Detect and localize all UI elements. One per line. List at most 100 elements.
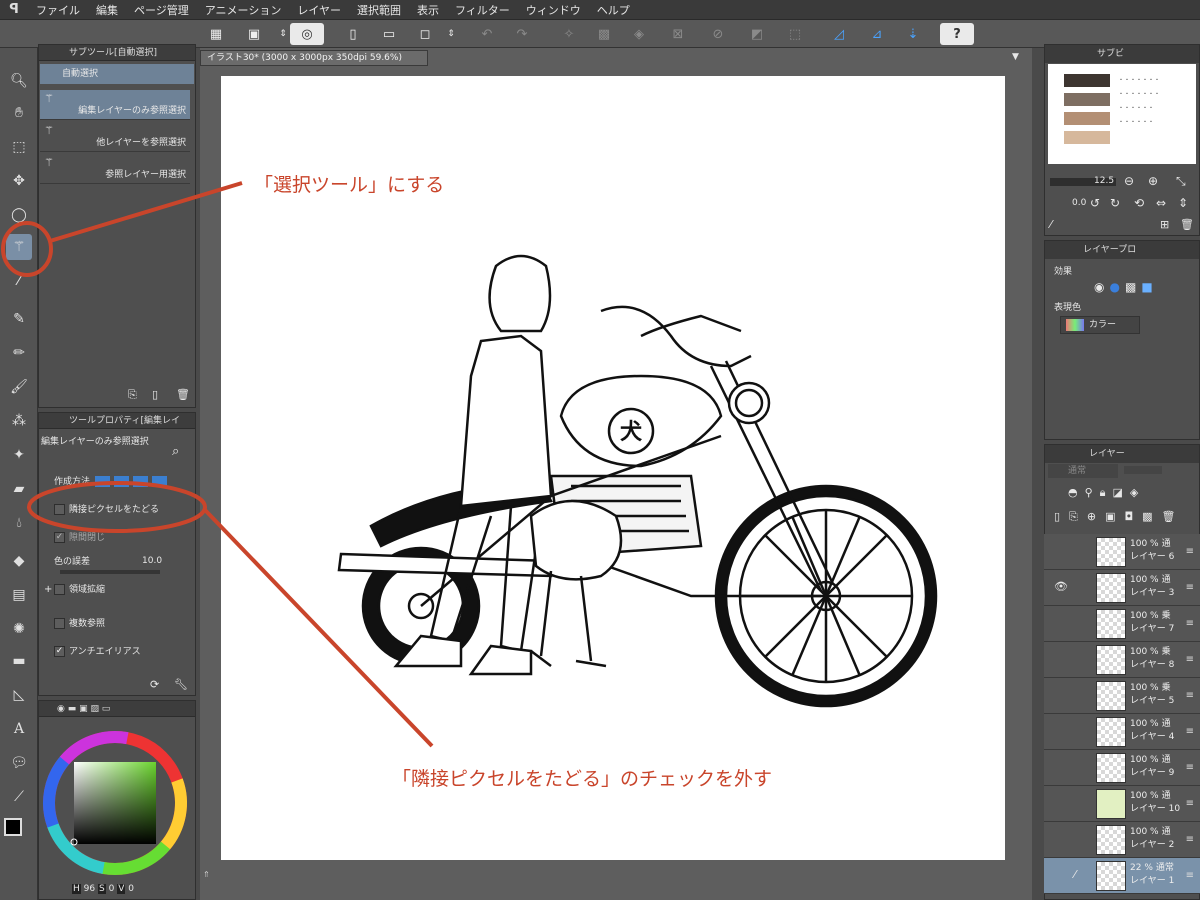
help-icon[interactable]: ?: [940, 23, 974, 45]
zoom-out-icon[interactable]: ⊖: [1124, 174, 1134, 188]
copy-subtool-icon[interactable]: ⎘: [128, 388, 137, 402]
mode-new-selection-icon[interactable]: [94, 476, 110, 487]
layer-menu-icon[interactable]: ≡: [1186, 690, 1194, 701]
layer-row[interactable]: 100 % 乗レイヤー 5 ≡: [1044, 678, 1200, 714]
menu-item[interactable]: ウィンドウ: [518, 2, 589, 18]
undo-icon[interactable]: ↶: [476, 23, 498, 45]
follow-adjacent-row[interactable]: 隣接ピクセルをたどる: [54, 502, 204, 515]
erase-icon[interactable]: ◈: [628, 23, 650, 45]
operation-tool-icon[interactable]: ⬚: [6, 134, 32, 160]
subtool-group-tab[interactable]: 自動選択: [40, 64, 194, 84]
figure-tool-icon[interactable]: ✺: [6, 616, 32, 642]
document-tab[interactable]: イラスト30* (3000 x 3000px 350dpi 59.6%): [200, 50, 428, 66]
new-subtool-icon[interactable]: ▯: [152, 388, 158, 401]
search-icon[interactable]: ⌕: [172, 444, 179, 459]
fill-icon[interactable]: ▩: [593, 23, 615, 45]
delete-image-icon[interactable]: 🗑︎: [1180, 218, 1194, 231]
color-wheel[interactable]: [40, 728, 190, 878]
blend-tool-icon[interactable]: 💧︎: [6, 510, 32, 536]
rotate-reset-icon[interactable]: ⟲: [1134, 196, 1144, 210]
ruler-snap-icon[interactable]: ◿: [828, 23, 850, 45]
subtool-item-reference-layer[interactable]: ⚚ 参照レイヤー用選択: [40, 154, 190, 184]
gap-close-checkbox[interactable]: ✓: [54, 532, 65, 543]
select-all-icon[interactable]: ⬚: [784, 23, 806, 45]
layer-row[interactable]: 👁︎ 100 % 通レイヤー 3 ≡: [1044, 570, 1200, 606]
menu-item[interactable]: ヘルプ: [589, 2, 638, 18]
layer-menu-icon[interactable]: ≡: [1186, 618, 1194, 629]
lasso-tool-icon[interactable]: ◯: [6, 202, 32, 228]
balloon-tool-icon[interactable]: 💬︎: [6, 750, 32, 776]
subtool-item-edit-layer-only[interactable]: ⚚ 編集レイヤーのみ参照選択: [40, 90, 190, 120]
layer-row[interactable]: 100 % 乗レイヤー 7 ≡: [1044, 606, 1200, 642]
layer-menu-icon[interactable]: ≡: [1186, 582, 1194, 593]
menu-item[interactable]: フィルター: [447, 2, 518, 18]
pen-tool-icon[interactable]: ✎: [6, 306, 32, 332]
layer-row[interactable]: 100 % 通レイヤー 10 ≡: [1044, 786, 1200, 822]
mode-intersect-selection-icon[interactable]: [151, 476, 167, 487]
grid-icon[interactable]: ▦: [205, 23, 227, 45]
pencil-tool-icon[interactable]: ✏︎: [6, 340, 32, 366]
layer-row[interactable]: 100 % 通レイヤー 6 ≡: [1044, 534, 1200, 570]
menu-item[interactable]: レイヤー: [289, 2, 349, 18]
deselect-icon[interactable]: ⊘: [707, 23, 729, 45]
effect-icons[interactable]: ◉●▩■: [1094, 280, 1158, 294]
hand-tool-icon[interactable]: ✋︎: [6, 100, 32, 126]
layer-row[interactable]: 100 % 通レイヤー 9 ≡: [1044, 750, 1200, 786]
layer-row[interactable]: 100 % 通レイヤー 2 ≡: [1044, 822, 1200, 858]
navigator-tab[interactable]: サブビ: [1045, 45, 1199, 63]
ruler-tool-icon[interactable]: ◺: [6, 682, 32, 708]
open-file-icon[interactable]: ▭: [378, 23, 400, 45]
delete-subtool-icon[interactable]: 🗑︎: [176, 388, 190, 401]
zoom-in-icon[interactable]: ⊕: [1148, 174, 1158, 188]
flip-horizontal-icon[interactable]: ⇔: [1156, 196, 1166, 210]
layer-row[interactable]: 100 % 通レイヤー 4 ≡: [1044, 714, 1200, 750]
correction-tool-icon[interactable]: ⟋: [6, 784, 32, 810]
layer-menu-icon[interactable]: ≡: [1186, 726, 1194, 737]
screen-icon[interactable]: ▣: [243, 23, 265, 45]
layer-menu-icon[interactable]: ≡: [1186, 762, 1194, 773]
mode-add-selection-icon[interactable]: [113, 476, 129, 487]
layer-row[interactable]: 100 % 乗レイヤー 8 ≡: [1044, 642, 1200, 678]
wrench-icon[interactable]: 🔧︎: [174, 678, 188, 691]
eyedropper-icon[interactable]: ⁄: [1050, 218, 1052, 231]
eyedropper-tool-icon[interactable]: ⁄: [6, 268, 32, 294]
move-layer-tool-icon[interactable]: ✥: [6, 168, 32, 194]
reset-icon[interactable]: ⟳: [150, 678, 159, 691]
multi-reference-row[interactable]: 複数参照: [54, 616, 204, 629]
menu-item[interactable]: アニメーション: [197, 2, 290, 18]
menu-item[interactable]: 選択範囲: [349, 2, 409, 18]
collapse-arrows-icon[interactable]: ⇑: [203, 870, 210, 879]
layer-row[interactable]: ⁄ 22 % 通常 レイヤー 1 ≡: [1044, 858, 1200, 894]
layer-menu-icon[interactable]: ≡: [1186, 834, 1194, 845]
special-ruler-snap-icon[interactable]: ⊿: [866, 23, 888, 45]
opacity-slider[interactable]: [1124, 466, 1162, 474]
color-margin-value[interactable]: 10.0: [142, 556, 162, 566]
layers-tab[interactable]: レイヤー: [1045, 445, 1199, 463]
subtool-item-other-layer[interactable]: ⚚ 他レイヤーを参照選択: [40, 122, 190, 152]
follow-adjacent-checkbox[interactable]: [54, 504, 65, 515]
layer-action-icons[interactable]: ▯⎘⊕▣◘▩🗑︎: [1054, 510, 1185, 524]
layer-menu-icon[interactable]: ≡: [1186, 870, 1194, 881]
main-color-swatch[interactable]: [4, 818, 22, 836]
brush-tool-icon[interactable]: 🖌︎: [6, 374, 32, 400]
decoration-tool-icon[interactable]: ✦: [6, 442, 32, 468]
menu-item[interactable]: ページ管理: [126, 2, 197, 18]
layer-menu-icon[interactable]: ≡: [1186, 654, 1194, 665]
invert-selection-icon[interactable]: ◩: [746, 23, 768, 45]
fit-icon[interactable]: ⤡: [1176, 174, 1186, 189]
area-scaling-checkbox[interactable]: [54, 584, 65, 595]
gap-close-row[interactable]: ✓ 隙間閉じ: [54, 530, 204, 543]
eye-icon[interactable]: 👁︎: [1054, 580, 1068, 593]
area-scaling-row[interactable]: 領域拡縮: [54, 582, 204, 595]
transform-icon[interactable]: ⊠: [667, 23, 689, 45]
new-file-icon[interactable]: ▯: [342, 23, 364, 45]
multi-reference-checkbox[interactable]: [54, 618, 65, 629]
frame-border-tool-icon[interactable]: ▬: [6, 648, 32, 674]
menu-item[interactable]: 編集: [88, 2, 126, 18]
fill-tool-icon[interactable]: ◆: [6, 548, 32, 574]
gradient-tool-icon[interactable]: ▤: [6, 582, 32, 608]
mode-subtract-selection-icon[interactable]: [132, 476, 148, 487]
zoom-tool-icon[interactable]: 🔍︎: [6, 68, 32, 94]
redo-icon[interactable]: ↷: [511, 23, 533, 45]
antialias-checkbox[interactable]: ✓: [54, 646, 65, 657]
